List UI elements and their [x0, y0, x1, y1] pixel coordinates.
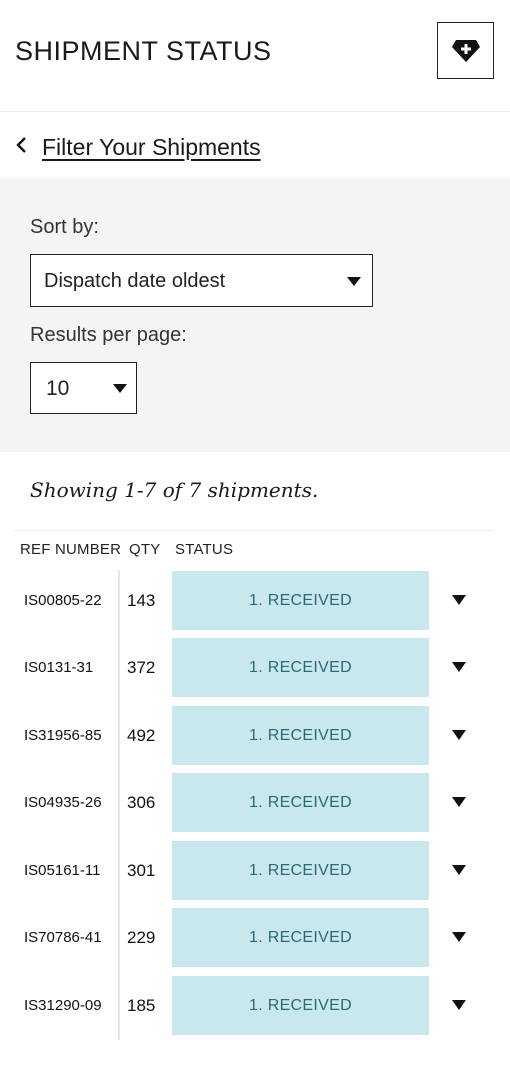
expand-icon[interactable]: [452, 662, 466, 672]
column-header-status: STATUS: [175, 541, 234, 558]
ref-number: IS31290-09: [24, 997, 102, 1014]
filter-link-row: Filter Your Shipments: [0, 112, 510, 178]
table-row: IS00805-22 143 1. RECEIVED: [14, 571, 494, 631]
expand-icon[interactable]: [452, 595, 466, 605]
table-row: IS70786-41 229 1. RECEIVED: [14, 908, 494, 968]
quantity: 185: [127, 996, 156, 1015]
gem-plus-button[interactable]: [437, 22, 494, 79]
status-badge: 1. RECEIVED: [172, 976, 429, 1035]
sort-select-value: Dispatch date oldest: [44, 270, 226, 292]
chevron-down-icon: [113, 384, 127, 393]
quantity: 306: [127, 793, 156, 812]
table-row: IS31290-09 185 1. RECEIVED: [14, 976, 494, 1036]
status-badge: 1. RECEIVED: [172, 638, 429, 697]
chevron-left-icon[interactable]: [14, 137, 30, 153]
ref-number: IS31956-85: [24, 727, 102, 744]
ref-number: IS04935-26: [24, 794, 102, 811]
page-title: SHIPMENT STATUS: [15, 36, 272, 66]
quantity: 372: [127, 658, 156, 677]
table-row: IS31956-85 492 1. RECEIVED: [14, 706, 494, 766]
chevron-down-icon: [347, 277, 361, 286]
expand-icon[interactable]: [452, 730, 466, 740]
quantity: 492: [127, 726, 156, 745]
divider: [14, 530, 494, 531]
results-per-page-label: Results per page:: [30, 324, 187, 346]
expand-icon[interactable]: [452, 932, 466, 942]
table-row: IS04935-26 306 1. RECEIVED: [14, 773, 494, 833]
filter-panel: Sort by: Dispatch date oldest Results pe…: [0, 178, 510, 452]
column-header-ref: REF NUMBER: [20, 541, 122, 558]
filter-shipments-link[interactable]: Filter Your Shipments: [42, 134, 261, 161]
page-header: SHIPMENT STATUS: [0, 0, 510, 112]
status-badge: 1. RECEIVED: [172, 706, 429, 765]
status-badge: 1. RECEIVED: [172, 908, 429, 967]
ref-number: IS0131-31: [24, 659, 94, 676]
results-per-page-value: 10: [46, 377, 70, 400]
quantity: 229: [127, 928, 156, 947]
results-summary: Showing 1-7 of 7 shipments.: [30, 478, 319, 502]
expand-icon[interactable]: [452, 1000, 466, 1010]
column-header-qty: QTY: [129, 541, 161, 558]
ref-number: IS00805-22: [24, 592, 102, 609]
table-row: IS0131-31 372 1. RECEIVED: [14, 638, 494, 698]
quantity: 143: [127, 591, 156, 610]
ref-number: IS05161-11: [24, 862, 101, 879]
expand-icon[interactable]: [452, 797, 466, 807]
expand-icon[interactable]: [452, 865, 466, 875]
status-badge: 1. RECEIVED: [172, 773, 429, 832]
ref-number: IS70786-41: [24, 929, 102, 946]
sort-label: Sort by:: [30, 216, 99, 238]
sort-select[interactable]: Dispatch date oldest: [30, 254, 373, 307]
status-badge: 1. RECEIVED: [172, 571, 429, 630]
quantity: 301: [127, 861, 156, 880]
status-badge: 1. RECEIVED: [172, 841, 429, 900]
results-per-page-select[interactable]: 10: [30, 362, 137, 414]
table-row: IS05161-11 301 1. RECEIVED: [14, 841, 494, 901]
gem-plus-icon: [451, 39, 480, 62]
